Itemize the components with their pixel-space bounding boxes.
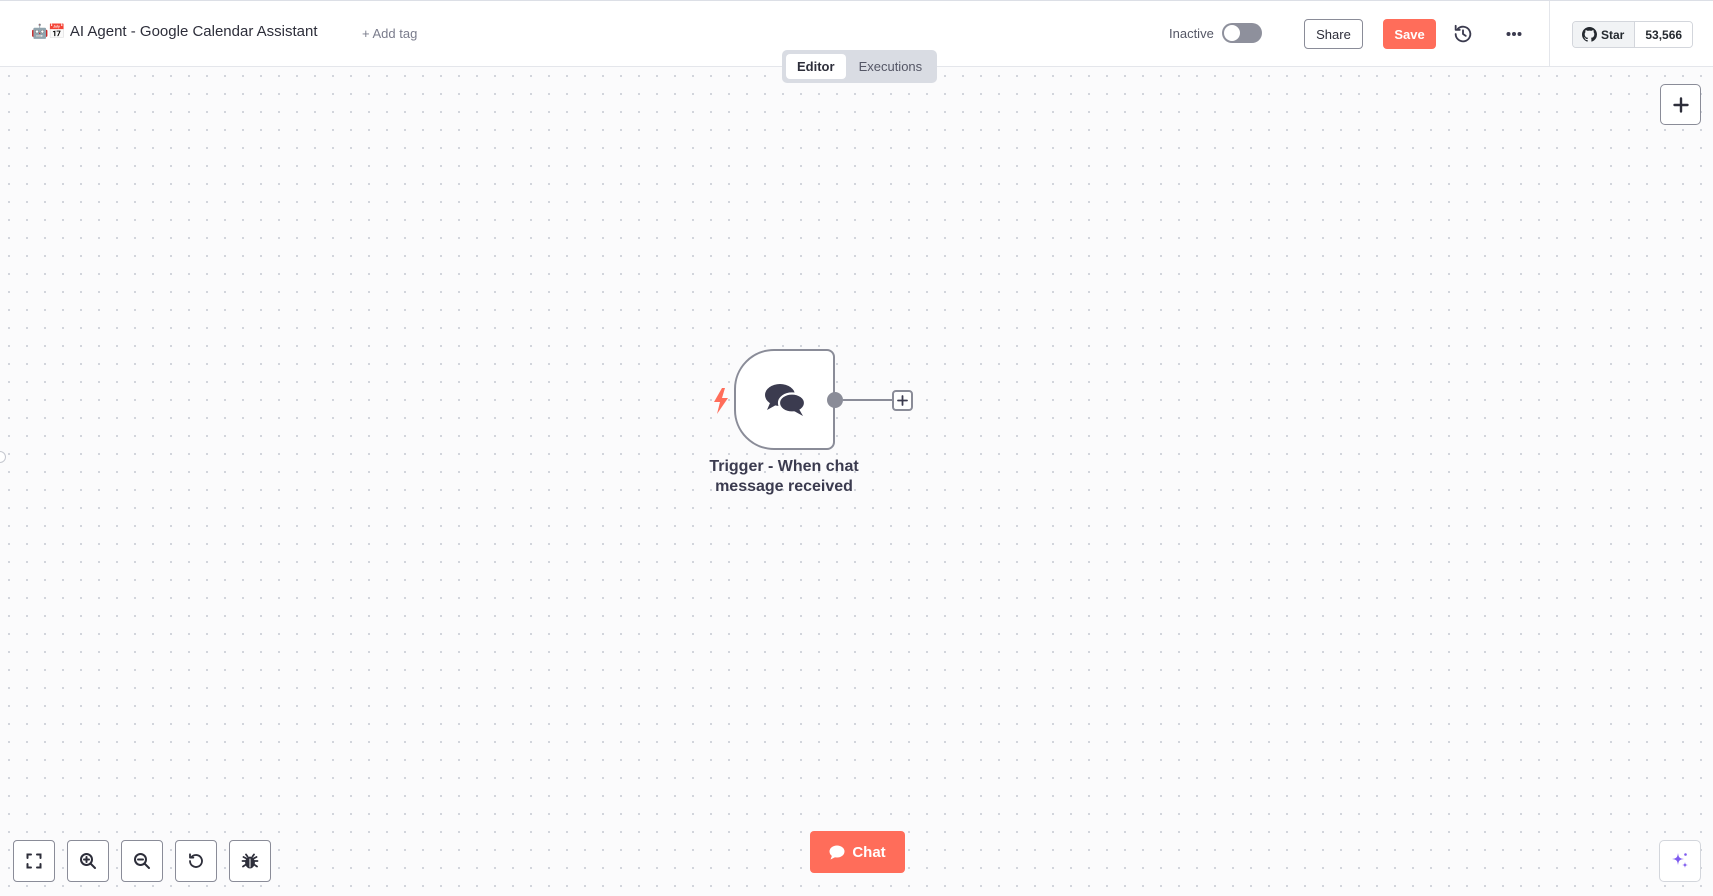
github-star-label: Star xyxy=(1601,27,1625,42)
history-icon[interactable] xyxy=(1452,23,1474,45)
sparkle-icon xyxy=(1672,853,1688,868)
chat-icon xyxy=(829,845,845,859)
node-label: Trigger - When chat message received xyxy=(709,458,859,495)
zoom-out-button[interactable] xyxy=(121,840,163,882)
share-button[interactable]: Share xyxy=(1304,19,1363,49)
mode-tabs: Editor Executions xyxy=(782,50,938,83)
header-divider xyxy=(1549,1,1550,67)
bug-icon xyxy=(241,853,259,869)
workflow-title[interactable]: 🤖📅 AI Agent - Google Calendar Assistant xyxy=(31,23,318,40)
tab-executions[interactable]: Executions xyxy=(848,54,934,79)
fit-view-button[interactable] xyxy=(13,840,55,882)
canvas-controls xyxy=(13,840,271,882)
add-node-button[interactable] xyxy=(1660,84,1701,125)
undo-icon xyxy=(189,853,203,868)
plus-icon xyxy=(1672,96,1689,113)
save-button[interactable]: Save xyxy=(1383,19,1436,49)
workflow-emoji: 🤖📅 xyxy=(31,23,66,39)
chat-button-label: Chat xyxy=(852,843,886,861)
more-options-icon[interactable] xyxy=(1500,23,1528,45)
zoom-in-button[interactable] xyxy=(67,840,109,882)
workflow-title-text: AI Agent - Google Calendar Assistant xyxy=(69,23,318,40)
debug-button[interactable] xyxy=(229,840,271,882)
github-star-button[interactable]: Star xyxy=(1573,22,1636,47)
tab-editor[interactable]: Editor xyxy=(786,54,846,79)
github-icon xyxy=(1582,27,1597,42)
chat-bubbles-icon xyxy=(764,383,806,416)
trigger-node[interactable] xyxy=(734,349,835,450)
github-star-widget[interactable]: Star 53,566 xyxy=(1572,21,1694,48)
canvas-edge-handle[interactable] xyxy=(0,451,6,463)
plus-icon xyxy=(897,395,908,406)
zoom-in-icon xyxy=(80,853,96,869)
add-tag-link[interactable]: + Add tag xyxy=(362,26,417,41)
zoom-out-icon xyxy=(134,853,150,869)
reset-zoom-button[interactable] xyxy=(175,840,217,882)
node-output-connector[interactable] xyxy=(827,392,843,408)
ai-assistant-button[interactable] xyxy=(1659,840,1701,882)
github-star-count[interactable]: 53,566 xyxy=(1635,22,1693,47)
status-label: Inactive xyxy=(1169,25,1214,41)
fit-view-icon xyxy=(26,853,42,869)
workflow-canvas[interactable]: Trigger - When chat message received Cha… xyxy=(0,67,1713,896)
node-add-next-button[interactable] xyxy=(892,390,913,411)
trigger-bolt-icon xyxy=(711,388,731,414)
active-toggle[interactable] xyxy=(1221,23,1262,43)
active-status: Inactive xyxy=(1169,23,1262,43)
chat-button[interactable]: Chat xyxy=(810,831,905,873)
node-output-line xyxy=(843,399,893,401)
